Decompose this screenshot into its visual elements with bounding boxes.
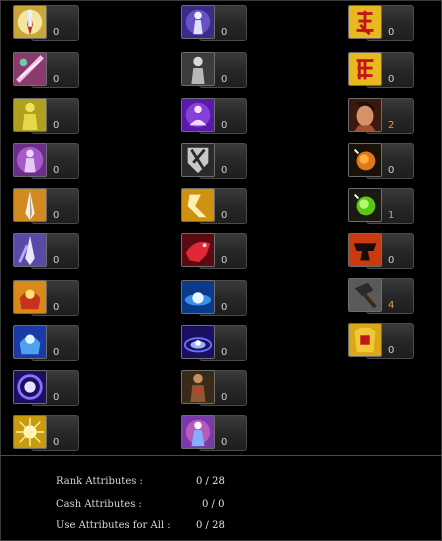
skill-points: 4 xyxy=(388,300,395,311)
skill-points: 0 xyxy=(53,437,60,448)
skill-slot[interactable]: 2 xyxy=(348,98,414,134)
skill-points: 1 xyxy=(388,210,395,221)
skill-slot[interactable]: 4 xyxy=(348,278,414,314)
skill-points: 0 xyxy=(221,302,228,313)
skill-points: 0 xyxy=(53,302,60,313)
skill-slot[interactable]: 0 xyxy=(13,188,79,224)
spirit-figure-icon[interactable] xyxy=(181,5,215,39)
rank-attributes-row: Rank Attributes : 0 / 28 xyxy=(56,476,256,492)
sword-crest-icon[interactable] xyxy=(13,5,47,39)
arcane-figure-icon[interactable] xyxy=(181,415,215,449)
skill-points: 0 xyxy=(221,27,228,38)
frost-hand-icon[interactable] xyxy=(13,325,47,359)
cash-attributes-label: Cash Attributes : xyxy=(56,499,142,510)
energy-orb-icon[interactable] xyxy=(13,370,47,404)
skill-slot[interactable]: 0 xyxy=(348,143,414,179)
green-orb-icon[interactable] xyxy=(348,188,382,222)
skill-slot[interactable]: 0 xyxy=(13,370,79,406)
skill-slot[interactable]: 0 xyxy=(348,52,414,88)
skill-slot[interactable]: 0 xyxy=(181,325,247,361)
flame-hand-icon[interactable] xyxy=(13,280,47,314)
red-beast-icon[interactable] xyxy=(181,233,215,267)
ice-sword-icon[interactable] xyxy=(13,233,47,267)
blue-light-icon[interactable] xyxy=(181,280,215,314)
skill-slot[interactable]: 0 xyxy=(181,143,247,179)
skill-slot[interactable]: 0 xyxy=(181,280,247,316)
sword-slash-icon[interactable] xyxy=(13,52,47,86)
rank-attributes-value: 0 / 28 xyxy=(196,476,225,487)
skill-slot[interactable]: 0 xyxy=(181,5,247,41)
skill-slot[interactable]: 0 xyxy=(13,233,79,269)
skill-points: 0 xyxy=(221,74,228,85)
skill-points: 0 xyxy=(53,255,60,266)
use-attributes-value: 0 / 28 xyxy=(196,520,225,531)
blade-strike-icon[interactable] xyxy=(13,188,47,222)
skill-points: 0 xyxy=(388,255,395,266)
skill-slot[interactable]: 0 xyxy=(13,98,79,134)
skill-points: 0 xyxy=(53,392,60,403)
light-burst-icon[interactable] xyxy=(13,415,47,449)
skill-points: 0 xyxy=(221,392,228,403)
skill-slot[interactable]: 0 xyxy=(181,415,247,451)
meditation-icon[interactable] xyxy=(181,98,215,132)
cash-attributes-value: 0 / 0 xyxy=(202,499,225,510)
aura-body-icon[interactable] xyxy=(13,143,47,177)
skill-points: 0 xyxy=(53,210,60,221)
skill-points: 0 xyxy=(221,347,228,358)
skill-slot[interactable]: 0 xyxy=(181,52,247,88)
skill-points: 0 xyxy=(388,27,395,38)
skill-points: 0 xyxy=(388,165,395,176)
skill-slot[interactable]: 0 xyxy=(13,325,79,361)
hammer-icon[interactable] xyxy=(348,278,382,312)
red-glyph-icon[interactable] xyxy=(348,5,382,39)
skill-slot[interactable]: 0 xyxy=(348,323,414,359)
skill-grid: 0 0 0 0 0 0 0 0 0 0 0 0 0 0 0 0 0 0 0 0 … xyxy=(0,0,442,455)
skill-points: 0 xyxy=(221,437,228,448)
vortex-icon[interactable] xyxy=(181,325,215,359)
skill-slot[interactable]: 1 xyxy=(348,188,414,224)
skill-slot[interactable]: 0 xyxy=(13,52,79,88)
skill-slot[interactable]: 0 xyxy=(348,233,414,269)
use-attributes-row: Use Attributes for All : 0 / 28 xyxy=(56,520,256,536)
skill-points: 0 xyxy=(53,74,60,85)
skill-points: 0 xyxy=(221,165,228,176)
golden-body-icon[interactable] xyxy=(13,98,47,132)
skill-points: 0 xyxy=(221,210,228,221)
skill-points: 0 xyxy=(53,165,60,176)
golden-armor-icon[interactable] xyxy=(348,323,382,357)
use-attributes-label: Use Attributes for All : xyxy=(56,520,171,531)
skill-points: 2 xyxy=(388,120,395,131)
skill-slot[interactable]: 0 xyxy=(13,143,79,179)
skill-points: 0 xyxy=(388,74,395,85)
skill-slot[interactable]: 0 xyxy=(181,370,247,406)
fire-orb-icon[interactable] xyxy=(348,143,382,177)
skill-points: 0 xyxy=(221,120,228,131)
dash-kick-icon[interactable] xyxy=(181,188,215,222)
skill-slot[interactable]: 0 xyxy=(181,188,247,224)
skill-slot[interactable]: 0 xyxy=(181,98,247,134)
rank-attributes-label: Rank Attributes : xyxy=(56,476,143,487)
hero-portrait-icon[interactable] xyxy=(348,98,382,132)
skill-points: 0 xyxy=(221,255,228,266)
warrior-figure-icon[interactable] xyxy=(181,370,215,404)
red-glyph-2-icon[interactable] xyxy=(348,52,382,86)
silver-figure-icon[interactable] xyxy=(181,52,215,86)
skill-slot[interactable]: 0 xyxy=(181,233,247,269)
red-anvil-icon[interactable] xyxy=(348,233,382,267)
skill-points: 0 xyxy=(388,345,395,356)
skill-slot[interactable]: 0 xyxy=(13,5,79,41)
skill-points: 0 xyxy=(53,347,60,358)
skill-slot[interactable]: 0 xyxy=(13,280,79,316)
skill-slot[interactable]: 0 xyxy=(13,415,79,451)
attribute-summary: Rank Attributes : 0 / 28 Cash Attributes… xyxy=(0,456,442,541)
cash-attributes-row: Cash Attributes : 0 / 0 xyxy=(56,499,256,515)
skill-points: 0 xyxy=(53,120,60,131)
skill-points: 0 xyxy=(53,27,60,38)
skill-slot[interactable]: 0 xyxy=(348,5,414,41)
shield-break-icon[interactable] xyxy=(181,143,215,177)
